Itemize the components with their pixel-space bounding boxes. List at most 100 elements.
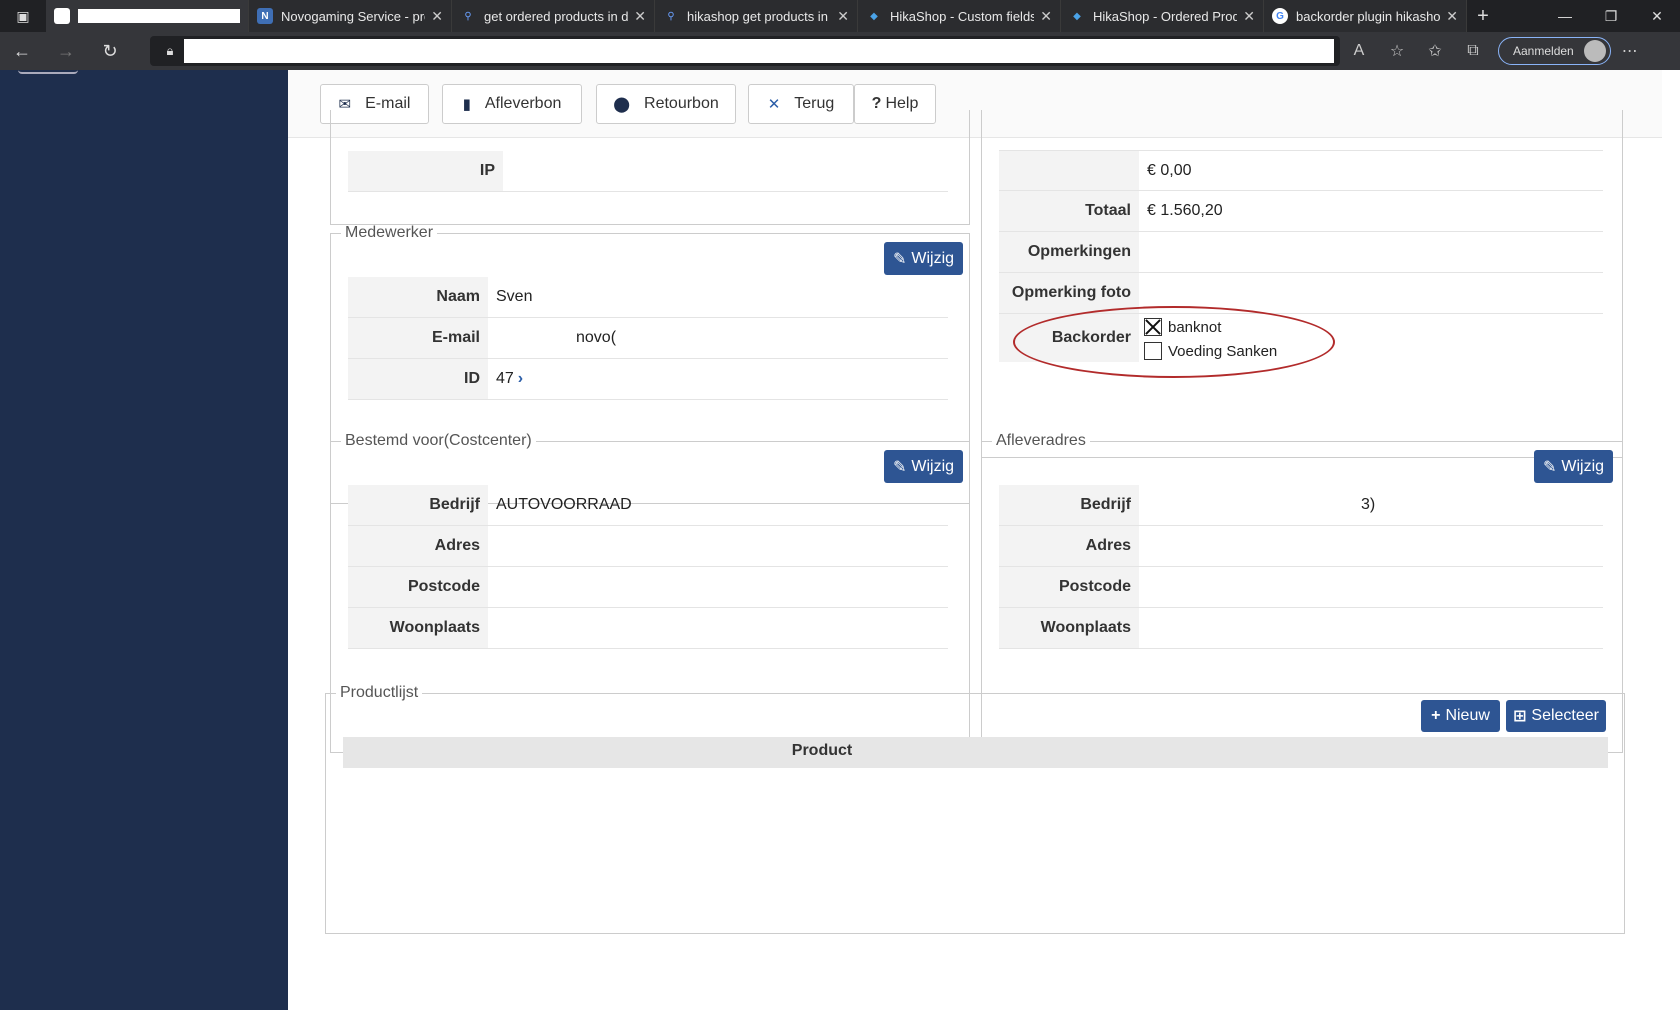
add-favorite-icon[interactable]: ☆	[1378, 41, 1416, 61]
sign-in-label: Aanmelden	[1513, 44, 1574, 58]
redacted-tab-title	[78, 9, 240, 23]
tab-title: get ordered products in d	[484, 8, 629, 24]
afleveradres-row: Bedrijf 3)	[999, 485, 1603, 526]
back-icon[interactable]: ←	[0, 41, 44, 62]
afleveradres-value	[1139, 526, 1603, 566]
browser-nav-bar: ← → ↻ 🔒︎ A ☆ ✩ ⧉ Aanmelden ⋯	[0, 32, 1680, 70]
medewerker-row: E-mail novo(	[348, 318, 948, 359]
tab-title: hikashop get products in	[687, 8, 828, 24]
browser-tab-2[interactable]: ⚲ get ordered products in d ✕	[452, 0, 655, 32]
edit-label: Wijzig	[911, 457, 955, 475]
browser-tab-4[interactable]: ◆ HikaShop - Custom fields ✕	[858, 0, 1061, 32]
sign-in-button[interactable]: Aanmelden	[1498, 37, 1611, 65]
close-icon[interactable]: ✕	[837, 8, 849, 25]
summary-label	[999, 151, 1139, 190]
search-icon: ⚲	[464, 10, 472, 22]
browser-actions: A ☆ ✩ ⧉ Aanmelden ⋯	[1340, 32, 1649, 70]
bestemd-legend: Bestemd voor(Costcenter)	[345, 432, 532, 449]
pencil-icon: ✎	[892, 458, 907, 476]
afleveradres-value	[1139, 567, 1603, 607]
tab-actions-icon[interactable]: ▣	[0, 0, 46, 32]
browser-tab-0[interactable]	[46, 0, 249, 32]
close-icon[interactable]: ✕	[1040, 8, 1052, 25]
medewerker-id-cell: 47 ›	[488, 359, 948, 399]
tab-title: HikaShop - Ordered Prod	[1093, 8, 1238, 24]
medewerker-value: 47	[496, 370, 514, 387]
afleveradres-row: Postcode	[999, 567, 1603, 608]
browser-tab-6[interactable]: G backorder plugin hikasho ✕	[1264, 0, 1467, 32]
maximize-icon[interactable]: ❐	[1588, 0, 1634, 32]
browser-tab-1[interactable]: N Novogaming Service - pro ✕	[249, 0, 452, 32]
select-product-label: Selecteer	[1531, 707, 1599, 724]
new-product-label: Nieuw	[1445, 707, 1490, 724]
redacted-url	[184, 39, 1334, 63]
google-favicon-icon: G	[1272, 8, 1288, 24]
medewerker-row: Naam Sven	[348, 277, 948, 318]
pencil-icon: ✎	[892, 250, 907, 268]
window-close-icon[interactable]: ✕	[1634, 0, 1680, 32]
browser-tab-5[interactable]: ◆ HikaShop - Ordered Prod ✕	[1061, 0, 1264, 32]
bestemd-row: Woonplaats	[348, 608, 948, 649]
new-tab-button[interactable]: +	[1467, 0, 1499, 32]
bestemd-label: Adres	[348, 526, 488, 566]
favorites-icon[interactable]: ✩	[1416, 41, 1454, 61]
order-page: ✉ E-mail ▮ Afleverbon ⬤ Retourbon ✕ Teru…	[288, 70, 1662, 1010]
afleveradres-label: Postcode	[999, 567, 1139, 607]
reload-icon[interactable]: ↻	[88, 41, 132, 62]
close-icon[interactable]: ✕	[634, 8, 646, 25]
close-icon[interactable]: ✕	[431, 8, 443, 25]
bestemd-row: Adres	[348, 526, 948, 567]
close-icon[interactable]: ✕	[1243, 8, 1255, 25]
hikashop-favicon-icon: ◆	[870, 10, 878, 22]
ip-row: IP	[348, 151, 948, 192]
bestemd-value	[488, 526, 948, 566]
chevron-right-icon[interactable]: ›	[518, 370, 523, 388]
afleveradres-edit-button[interactable]: ✎ Wijzig	[1534, 450, 1613, 483]
summary-row: Opmerking foto	[999, 273, 1603, 314]
summary-row: Totaal € 1.560,20	[999, 191, 1603, 232]
plus-square-icon: ⊞	[1513, 708, 1527, 725]
summary-row: Opmerkingen	[999, 232, 1603, 273]
address-bar[interactable]: 🔒︎	[150, 36, 1340, 66]
afleveradres-value	[1139, 608, 1603, 648]
more-menu-icon[interactable]: ⋯	[1611, 41, 1649, 61]
tab-title: Novogaming Service - pro	[281, 8, 426, 24]
edit-label: Wijzig	[911, 249, 955, 267]
annotation-oval	[1013, 306, 1335, 378]
summary-label: Opmerkingen	[999, 232, 1139, 272]
bestemd-value	[488, 608, 948, 648]
minimize-icon[interactable]: —	[1542, 0, 1588, 32]
summary-row: € 0,00	[999, 150, 1603, 191]
plus-icon: +	[1431, 707, 1441, 724]
new-product-button[interactable]: + Nieuw	[1421, 700, 1500, 732]
collections-icon[interactable]: ⧉	[1454, 42, 1492, 60]
bestemd-value: AUTOVOORRAAD	[496, 496, 632, 513]
novogaming-favicon-icon: N	[257, 8, 273, 24]
sidebar-fragment	[18, 70, 78, 74]
summary-value	[1139, 232, 1603, 272]
bestemd-edit-button[interactable]: ✎ Wijzig	[884, 450, 963, 483]
forward-icon[interactable]: →	[44, 41, 88, 62]
ip-value	[503, 151, 948, 191]
medewerker-row: ID 47 ›	[348, 359, 948, 400]
pencil-icon: ✎	[1542, 458, 1557, 476]
ip-label: IP	[348, 151, 503, 191]
bestemd-label: Woonplaats	[348, 608, 488, 648]
browser-tab-3[interactable]: ⚲ hikashop get products in ✕	[655, 0, 858, 32]
select-product-button[interactable]: ⊞ Selecteer	[1506, 700, 1606, 732]
edit-label: Wijzig	[1561, 457, 1605, 475]
medewerker-edit-button[interactable]: ✎ Wijzig	[884, 242, 963, 275]
bestemd-label: Postcode	[348, 567, 488, 607]
product-table-header	[343, 737, 1608, 768]
medewerker-value: novo(	[576, 329, 617, 346]
read-aloud-icon[interactable]: A	[1340, 42, 1378, 60]
close-icon[interactable]: ✕	[1446, 8, 1458, 25]
browser-tab-bar: ▣ N Novogaming Service - pro ✕ ⚲ get ord…	[0, 0, 1680, 32]
summary-value: € 0,00	[1147, 161, 1192, 179]
medewerker-label: E-mail	[348, 318, 488, 358]
summary-label: Opmerking foto	[999, 273, 1139, 313]
tab-title: backorder plugin hikasho	[1296, 8, 1441, 24]
afleveradres-legend: Afleveradres	[996, 432, 1086, 449]
admin-sidebar	[0, 70, 288, 1010]
column-header-product: Product	[791, 742, 853, 759]
